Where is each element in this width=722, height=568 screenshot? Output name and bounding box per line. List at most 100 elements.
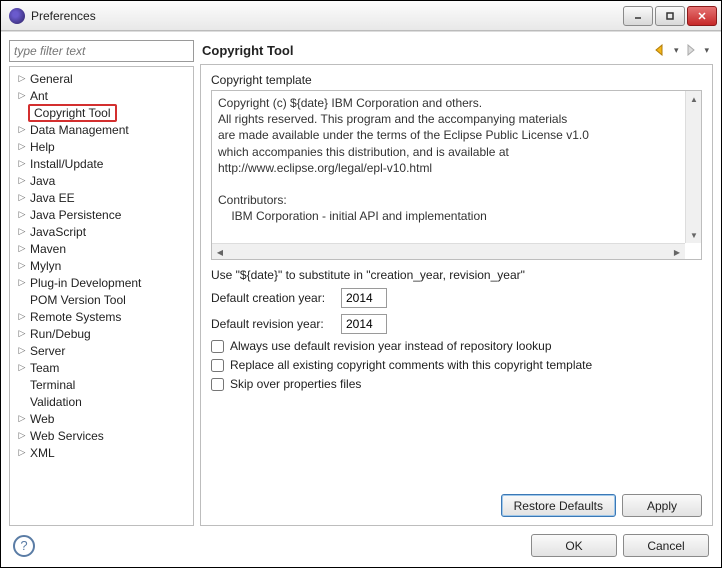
expand-icon[interactable]: ▷ <box>16 90 28 101</box>
expand-icon[interactable]: ▷ <box>16 209 28 220</box>
page-title: Copyright Tool <box>202 43 652 58</box>
maximize-button[interactable] <box>655 6 685 26</box>
tree-item-label: Validation <box>28 395 84 409</box>
tree-item-label: POM Version Tool <box>28 293 128 307</box>
expand-icon[interactable]: ▷ <box>16 175 28 186</box>
forward-button[interactable] <box>682 42 700 58</box>
tree-item-label: XML <box>28 446 57 460</box>
skip-properties-label: Skip over properties files <box>230 377 361 391</box>
restore-defaults-button[interactable]: Restore Defaults <box>501 494 616 517</box>
tree-item-help[interactable]: ▷Help <box>10 138 193 155</box>
expand-icon[interactable]: ▷ <box>16 345 28 356</box>
preferences-dialog: Preferences ▷General▷AntCopyright Tool▷D… <box>0 0 722 568</box>
tree-item-plug-in-development[interactable]: ▷Plug-in Development <box>10 274 193 291</box>
tree-item-server[interactable]: ▷Server <box>10 342 193 359</box>
back-button[interactable] <box>652 42 670 58</box>
tree-item-label: Data Management <box>28 123 131 137</box>
tree-item-run-debug[interactable]: ▷Run/Debug <box>10 325 193 342</box>
scrollbar-horizontal[interactable]: ◀ ▶ <box>212 243 685 259</box>
template-label: Copyright template <box>211 73 702 87</box>
tree-item-web-services[interactable]: ▷Web Services <box>10 427 193 444</box>
expand-icon[interactable]: ▷ <box>16 73 28 84</box>
titlebar[interactable]: Preferences <box>1 1 721 31</box>
apply-button[interactable]: Apply <box>622 494 702 517</box>
scrollbar-vertical[interactable]: ▲ ▼ <box>685 91 701 243</box>
tree-item-java[interactable]: ▷Java <box>10 172 193 189</box>
forward-menu-caret[interactable]: ▾ <box>702 45 711 56</box>
minimize-button[interactable] <box>623 6 653 26</box>
expand-icon[interactable]: ▷ <box>16 124 28 135</box>
skip-properties-checkbox[interactable] <box>211 378 224 391</box>
preference-tree[interactable]: ▷General▷AntCopyright Tool▷Data Manageme… <box>9 66 194 526</box>
tree-item-install-update[interactable]: ▷Install/Update <box>10 155 193 172</box>
expand-icon[interactable]: ▷ <box>16 328 28 339</box>
tree-item-javascript[interactable]: ▷JavaScript <box>10 223 193 240</box>
scroll-down-icon[interactable]: ▼ <box>686 227 702 243</box>
eclipse-icon <box>9 8 25 24</box>
tree-item-label: Web Services <box>28 429 106 443</box>
expand-icon[interactable]: ▷ <box>16 141 28 152</box>
cancel-button[interactable]: Cancel <box>623 534 709 557</box>
tree-item-label: Remote Systems <box>28 310 123 324</box>
scroll-left-icon[interactable]: ◀ <box>212 244 228 260</box>
tree-item-terminal[interactable]: Terminal <box>10 376 193 393</box>
tree-item-remote-systems[interactable]: ▷Remote Systems <box>10 308 193 325</box>
template-textarea[interactable]: Copyright (c) ${date} IBM Corporation an… <box>212 91 685 243</box>
template-textarea-container: Copyright (c) ${date} IBM Corporation an… <box>211 90 702 260</box>
revision-year-label: Default revision year: <box>211 317 341 331</box>
close-button[interactable] <box>687 6 717 26</box>
tree-item-java-ee[interactable]: ▷Java EE <box>10 189 193 206</box>
replace-comments-label: Replace all existing copyright comments … <box>230 358 592 372</box>
replace-comments-checkbox[interactable] <box>211 359 224 372</box>
tree-item-label: Help <box>28 140 57 154</box>
expand-icon[interactable]: ▷ <box>16 158 28 169</box>
tree-item-team[interactable]: ▷Team <box>10 359 193 376</box>
expand-icon[interactable]: ▷ <box>16 243 28 254</box>
substitution-hint: Use "${date}" to substitute in "creation… <box>211 268 702 282</box>
scroll-right-icon[interactable]: ▶ <box>669 244 685 260</box>
tree-item-ant[interactable]: ▷Ant <box>10 87 193 104</box>
tree-item-label: Run/Debug <box>28 327 93 341</box>
tree-item-label: Plug-in Development <box>28 276 143 290</box>
creation-year-input[interactable] <box>341 288 387 308</box>
tree-item-xml[interactable]: ▷XML <box>10 444 193 461</box>
expand-icon[interactable]: ▷ <box>16 430 28 441</box>
tree-item-label: Team <box>28 361 61 375</box>
help-icon[interactable]: ? <box>13 535 35 557</box>
expand-icon[interactable]: ▷ <box>16 311 28 322</box>
scroll-up-icon[interactable]: ▲ <box>686 91 702 107</box>
window-title: Preferences <box>31 9 623 23</box>
tree-item-maven[interactable]: ▷Maven <box>10 240 193 257</box>
tree-item-label: Terminal <box>28 378 77 392</box>
tree-item-web[interactable]: ▷Web <box>10 410 193 427</box>
tree-item-mylyn[interactable]: ▷Mylyn <box>10 257 193 274</box>
expand-icon[interactable]: ▷ <box>16 277 28 288</box>
expand-icon[interactable]: ▷ <box>16 192 28 203</box>
tree-item-pom-version-tool[interactable]: POM Version Tool <box>10 291 193 308</box>
expand-icon[interactable]: ▷ <box>16 226 28 237</box>
tree-item-validation[interactable]: Validation <box>10 393 193 410</box>
creation-year-label: Default creation year: <box>211 291 341 305</box>
revision-year-input[interactable] <box>341 314 387 334</box>
back-menu-caret[interactable]: ▾ <box>672 45 681 56</box>
tree-item-data-management[interactable]: ▷Data Management <box>10 121 193 138</box>
filter-input[interactable] <box>10 41 193 61</box>
use-default-revision-label: Always use default revision year instead… <box>230 339 552 353</box>
tree-item-label: General <box>28 72 75 86</box>
tree-item-label: JavaScript <box>28 225 88 239</box>
tree-item-label: Install/Update <box>28 157 105 171</box>
tree-item-label: Maven <box>28 242 68 256</box>
tree-item-label: Ant <box>28 89 50 103</box>
ok-button[interactable]: OK <box>531 534 617 557</box>
tree-item-label: Copyright Tool <box>28 104 117 122</box>
tree-item-java-persistence[interactable]: ▷Java Persistence <box>10 206 193 223</box>
tree-item-label: Java <box>28 174 57 188</box>
filter-box[interactable] <box>9 40 194 62</box>
expand-icon[interactable]: ▷ <box>16 447 28 458</box>
expand-icon[interactable]: ▷ <box>16 413 28 424</box>
tree-item-copyright-tool[interactable]: Copyright Tool <box>10 104 193 121</box>
expand-icon[interactable]: ▷ <box>16 362 28 373</box>
expand-icon[interactable]: ▷ <box>16 260 28 271</box>
use-default-revision-checkbox[interactable] <box>211 340 224 353</box>
tree-item-general[interactable]: ▷General <box>10 70 193 87</box>
